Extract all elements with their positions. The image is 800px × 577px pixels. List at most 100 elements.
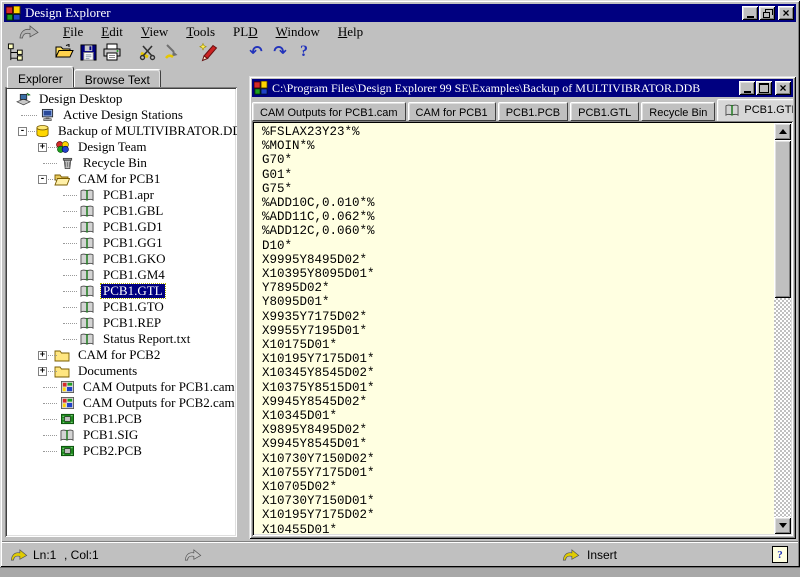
menu-view[interactable]: View [132,23,177,41]
document-window: C:\Program Files\Design Explorer 99 SE\E… [249,76,796,539]
status-help-button[interactable]: ? [772,546,788,563]
tab-explorer[interactable]: Explorer [7,66,74,88]
doc-tab-cam-outputs-pcb1[interactable]: CAM Outputs for PCB1.cam [252,102,406,121]
design-manager-button[interactable] [4,41,28,63]
insert-arrow-icon [562,549,580,561]
copy-format-button[interactable] [160,41,184,63]
doc-tab-pcb1-gtl[interactable]: PCB1.GTL [570,102,639,121]
close-button[interactable]: × [778,6,794,20]
tree-item-active-design-stations[interactable]: Active Design Stations [7,107,237,123]
collapse-icon[interactable] [18,127,27,136]
title-bar: Design Explorer × [4,4,796,22]
document-path-title: C:\Program Files\Design Explorer 99 SE\E… [272,81,738,96]
doc-tab-recycle-bin[interactable]: Recycle Bin [641,102,715,121]
tree-item-pcb1-sig[interactable]: PCB1.SIG [7,427,237,443]
text-document-icon [79,204,95,218]
gerber-text-editor[interactable]: %FSLAX23Y23*% %MOIN*% G70* G01* G75* %AD… [254,123,774,534]
wizard-pen-button[interactable] [196,41,220,63]
tree-item-cam-for-pcb1[interactable]: CAM for PCB1 [7,171,237,187]
help-button[interactable]: ? [292,41,316,63]
left-panel-tabs: Explorer Browse Text [7,66,161,88]
tree-item-design-desktop[interactable]: Design Desktop [7,91,237,107]
column-indicator: , Col:1 [64,548,99,562]
scroll-down-icon [779,523,787,528]
tree-item-pcb2-pcb[interactable]: PCB2.PCB [7,443,237,459]
print-button[interactable] [100,41,124,63]
tree-item-pcb1-gd1[interactable]: PCB1.GD1 [7,219,237,235]
close-icon: × [779,83,786,93]
jump-arrow-disabled-icon [184,549,202,561]
undo-icon: ↶ [249,44,262,60]
text-document-icon [59,428,75,442]
scrollbar-thumb[interactable] [774,140,791,298]
expand-icon[interactable] [38,351,47,360]
tree-item-pcb1-gg1[interactable]: PCB1.GG1 [7,235,237,251]
save-button[interactable] [76,41,100,63]
doc-tab-cam-for-pcb1[interactable]: CAM for PCB1 [408,102,496,121]
app-window: Design Explorer × File Edit View Tools P… [0,0,800,567]
tree-item-recycle-bin[interactable]: Recycle Bin [7,155,237,171]
text-document-icon [79,236,95,250]
toolbar: ↶ ↷ ? [4,40,796,64]
design-explorer-logo-icon [6,6,21,21]
cam-output-icon [59,396,75,410]
cam-output-icon [59,380,75,394]
scroll-down-button[interactable] [774,517,791,534]
redo-button[interactable]: ↷ [268,41,292,63]
tree-item-pcb1-pcb[interactable]: PCB1.PCB [7,411,237,427]
tree-item-pcb1-rep[interactable]: PCB1.REP [7,315,237,331]
pcb-document-icon [59,444,75,458]
text-document-icon [79,332,95,346]
tree-item-pcb1-apr[interactable]: PCB1.apr [7,187,237,203]
tree-item-pcb1-gbl[interactable]: PCB1.GBL [7,203,237,219]
tree-item-cam-outputs-pcb2[interactable]: CAM Outputs for PCB2.cam [7,395,237,411]
minimize-button[interactable] [742,6,758,20]
vertical-scrollbar[interactable] [774,123,791,534]
minimize-icon [744,91,751,93]
tree-item-backup-ddb[interactable]: Backup of MULTIVIBRATOR.DDB [7,123,237,139]
tree-item-design-team[interactable]: Design Team [7,139,237,155]
tree-item-pcb1-gm4[interactable]: PCB1.GM4 [7,267,237,283]
maximize-button[interactable] [756,81,772,95]
close-icon: × [782,8,789,18]
tab-browse-text[interactable]: Browse Text [74,69,161,88]
undo-button[interactable]: ↶ [244,41,268,63]
cut-button[interactable] [136,41,160,63]
text-document-icon [79,284,95,298]
menu-window[interactable]: Window [267,23,329,41]
recycle-bin-icon [59,156,75,170]
doc-tab-pcb1-gtl-active[interactable]: PCB1.GTL [717,99,793,121]
tree-item-status-report[interactable]: Status Report.txt [7,331,237,347]
workstation-icon [39,108,55,122]
menu-file[interactable]: File [54,23,92,41]
menu-edit[interactable]: Edit [92,23,132,41]
text-document-icon [79,300,95,314]
tree-item-pcb1-gtl[interactable]: PCB1.GTL [7,283,237,299]
tree-item-cam-outputs-pcb1[interactable]: CAM Outputs for PCB1.cam [7,379,237,395]
text-document-icon [79,188,95,202]
minimize-button[interactable] [739,81,755,95]
tree-item-pcb1-gko[interactable]: PCB1.GKO [7,251,237,267]
menu-help[interactable]: Help [329,23,372,41]
window-title: Design Explorer [25,5,741,21]
tree-item-pcb1-gto[interactable]: PCB1.GTO [7,299,237,315]
tree-item-cam-for-pcb2[interactable]: CAM for PCB2 [7,347,237,363]
minimize-icon [747,16,754,18]
design-manager-icon [7,43,26,62]
help-icon: ? [300,43,308,61]
expand-icon[interactable] [38,367,47,376]
tree-item-documents[interactable]: Documents [7,363,237,379]
scroll-up-button[interactable] [774,123,791,140]
close-button[interactable]: × [775,81,791,95]
database-icon [34,124,50,138]
menu-arrow-icon[interactable] [12,24,46,40]
restore-button[interactable] [759,6,775,20]
expand-icon[interactable] [38,143,47,152]
doc-tab-pcb1-pcb[interactable]: PCB1.PCB [498,102,568,121]
menu-tools[interactable]: Tools [177,23,224,41]
text-document-icon [79,316,95,330]
collapse-icon[interactable] [38,175,47,184]
design-explorer-logo-icon [254,81,268,95]
open-document-button[interactable] [52,41,76,63]
menu-pld[interactable]: PLD [224,23,267,41]
